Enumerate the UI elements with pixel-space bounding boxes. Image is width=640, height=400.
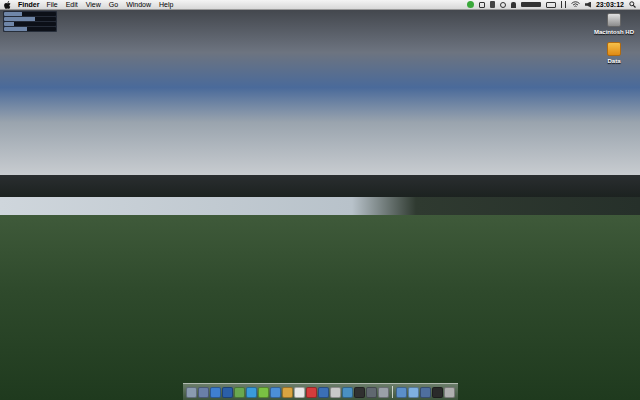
widget-track (4, 27, 56, 31)
dock-app-icon[interactable] (396, 387, 407, 398)
menu-item[interactable]: View (86, 1, 101, 8)
dock (183, 383, 458, 400)
battery-icon[interactable] (546, 2, 556, 8)
dock-app-icon[interactable] (246, 387, 257, 398)
desktop-icon[interactable]: Macintosh HD (594, 13, 634, 36)
widget-track (4, 12, 56, 16)
dock-app-icon[interactable] (420, 387, 431, 398)
dock-app-icon[interactable] (354, 387, 365, 398)
dock-app-icon[interactable] (222, 387, 233, 398)
dock-app-icon[interactable] (258, 387, 269, 398)
dock-app-icon[interactable] (186, 387, 197, 398)
dock-app-icon[interactable] (198, 387, 209, 398)
desktop[interactable]: Finder File Edit View Go Window Help 23:03:12… (0, 0, 640, 400)
dock-app-icon[interactable] (378, 387, 389, 398)
widget-fill (4, 17, 35, 21)
desktop-icon[interactable]: Data (607, 42, 621, 65)
dock-app-icon[interactable] (342, 387, 353, 398)
display-icon[interactable] (479, 2, 485, 8)
dock-app-icon[interactable] (444, 387, 455, 398)
dock-app-icon[interactable] (318, 387, 329, 398)
widget-track (4, 22, 56, 26)
sync-icon[interactable] (500, 2, 506, 8)
folder-icon[interactable] (607, 42, 621, 56)
wallpaper (0, 0, 640, 400)
apple-icon[interactable] (4, 1, 11, 9)
dock-app-icon[interactable] (282, 387, 293, 398)
desktop-icons: Macintosh HD Data (592, 13, 636, 65)
widget-fill (4, 22, 14, 26)
status-icons: 23:03:12 (467, 1, 636, 8)
menu-item[interactable]: Window (126, 1, 151, 8)
status-dot-icon[interactable] (467, 1, 474, 8)
menu-item[interactable]: Go (109, 1, 118, 8)
stats-widget[interactable] (3, 11, 57, 32)
volume-icon[interactable] (585, 2, 591, 8)
dock-app-icon[interactable] (210, 387, 221, 398)
music-icon[interactable] (490, 1, 495, 8)
dock-app-icon[interactable] (306, 387, 317, 398)
menu-bar: Finder File Edit View Go Window Help 23:03:12 (0, 0, 640, 10)
app-menu[interactable]: Finder (18, 1, 39, 8)
menu-item[interactable]: Edit (66, 1, 78, 8)
hard-disk-icon[interactable] (607, 13, 621, 27)
widget-track (4, 17, 56, 21)
menu-list: File Edit View Go Window Help (46, 1, 173, 8)
lock-icon[interactable] (511, 2, 516, 8)
clock[interactable]: 23:03:12 (596, 1, 624, 8)
dock-app-icon[interactable] (366, 387, 377, 398)
spotlight-icon[interactable] (629, 1, 636, 8)
widget-fill (4, 27, 27, 31)
dock-app-icon[interactable] (234, 387, 245, 398)
dock-separator (392, 386, 393, 398)
dock-app-icon[interactable] (294, 387, 305, 398)
icon-label[interactable]: Data (607, 58, 620, 65)
icon-label[interactable]: Macintosh HD (594, 29, 634, 36)
bluetooth-icon[interactable] (561, 1, 566, 8)
menu-item[interactable]: File (46, 1, 57, 8)
dock-app-icon[interactable] (270, 387, 281, 398)
meter-icon[interactable] (521, 2, 541, 7)
dock-app-icon[interactable] (432, 387, 443, 398)
menu-item[interactable]: Help (159, 1, 173, 8)
dock-app-icon[interactable] (330, 387, 341, 398)
dock-app-icon[interactable] (408, 387, 419, 398)
wifi-icon[interactable] (571, 1, 580, 8)
widget-fill (4, 12, 22, 16)
